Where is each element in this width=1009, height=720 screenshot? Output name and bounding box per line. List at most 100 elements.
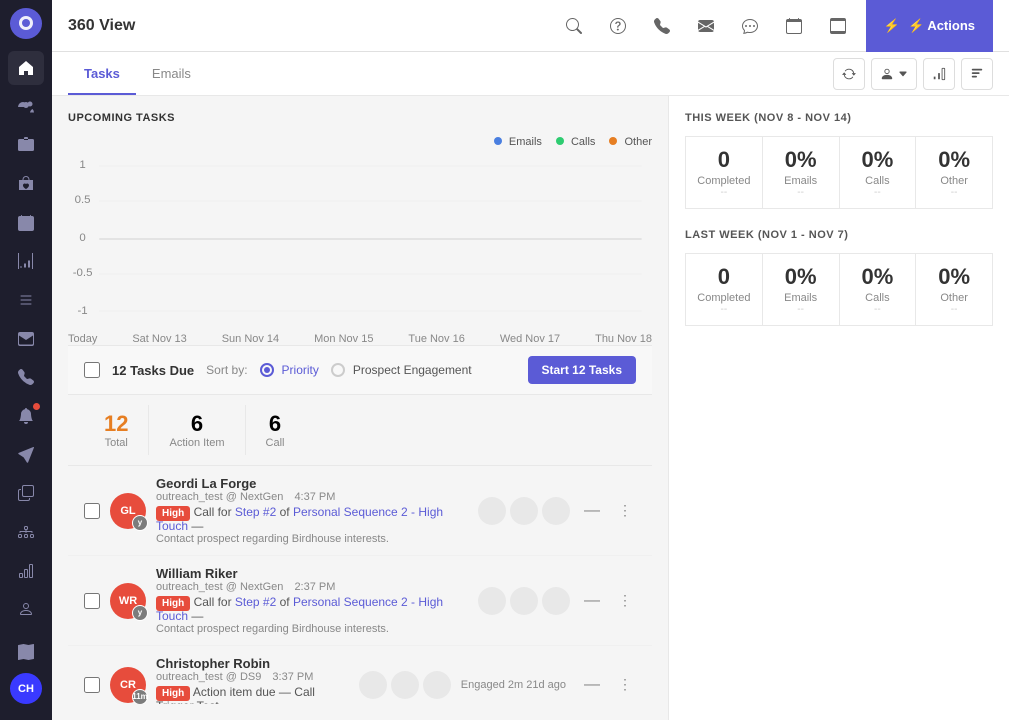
- action-btn-1[interactable]: [359, 671, 387, 699]
- help-icon[interactable]: [602, 10, 634, 42]
- task-dash-button[interactable]: —: [580, 500, 604, 522]
- step-link[interactable]: Step #2: [235, 505, 276, 519]
- action-btn-2[interactable]: [391, 671, 419, 699]
- stat-emails-lw: 0% Emails --: [763, 254, 840, 326]
- svg-text:0.5: 0.5: [75, 194, 91, 206]
- action-btn-3[interactable]: [542, 587, 570, 615]
- stat-emails-tw: 0% Emails --: [763, 137, 840, 209]
- engagement-radio[interactable]: [331, 363, 345, 377]
- sort-priority[interactable]: Priority: [260, 363, 319, 377]
- search-icon[interactable]: [558, 10, 590, 42]
- priority-radio[interactable]: [260, 363, 274, 377]
- task-checkbox[interactable]: [84, 503, 100, 519]
- step-link[interactable]: Step #2: [235, 595, 276, 609]
- svg-text:0: 0: [79, 232, 85, 244]
- sort-engagement[interactable]: Prospect Engagement: [331, 363, 472, 377]
- task-row: WR y William Riker outreach_test @ NextG…: [68, 556, 652, 646]
- last-week-section: LAST WEEK (NOV 1 - NOV 7) 0 Completed --…: [685, 229, 993, 326]
- sidebar-item-contacts[interactable]: [8, 89, 44, 124]
- calls-dot: [556, 137, 564, 145]
- task-content: William Riker outreach_test @ NextGen 2:…: [156, 566, 468, 635]
- sidebar-item-calendar[interactable]: [8, 205, 44, 240]
- action-btn-2[interactable]: [510, 497, 538, 525]
- task-content: Geordi La Forge outreach_test @ NextGen …: [156, 476, 468, 545]
- lightning-icon: ⚡: [884, 18, 900, 34]
- topbar: 360 View ⚡ ⚡ Actions: [52, 0, 1009, 52]
- lines-icon[interactable]: [822, 10, 854, 42]
- sidebar-item-analytics[interactable]: [8, 244, 44, 279]
- sidebar-item-dollar[interactable]: [8, 167, 44, 202]
- action-btn-2[interactable]: [510, 587, 538, 615]
- stat-other-lw: 0% Other --: [916, 254, 993, 326]
- summary-action-item: 6 Action Item: [149, 405, 245, 455]
- task-avatar: GL y: [110, 493, 146, 529]
- task-actions: [478, 587, 570, 615]
- sidebar-item-inbox[interactable]: [8, 321, 44, 356]
- page-title: 360 View: [68, 17, 546, 35]
- task-avatar: CR 11m: [110, 667, 146, 703]
- summary-call: 6 Call: [246, 405, 305, 455]
- start-tasks-button[interactable]: Start 12 Tasks: [528, 356, 637, 384]
- upcoming-tasks-title: UPCOMING TASKS: [68, 112, 652, 124]
- this-week-section: THIS WEEK (NOV 8 - NOV 14) 0 Completed -…: [685, 112, 993, 209]
- task-actions: [478, 497, 570, 525]
- calendar-icon[interactable]: [778, 10, 810, 42]
- tab-emails[interactable]: Emails: [136, 54, 207, 95]
- sidebar-item-map[interactable]: [8, 635, 44, 670]
- select-all-checkbox[interactable]: [84, 362, 100, 378]
- other-dot: [609, 137, 617, 145]
- task-more-button[interactable]: ⋮: [614, 590, 636, 611]
- stat-calls-lw: 0% Calls --: [840, 254, 917, 326]
- sort-view-button[interactable]: [961, 58, 993, 90]
- task-checkbox[interactable]: [84, 593, 100, 609]
- sidebar-item-briefcase[interactable]: [8, 128, 44, 163]
- legend-other: Other: [609, 136, 652, 148]
- person-filter-button[interactable]: [871, 58, 917, 90]
- inner-content: UPCOMING TASKS Emails Calls Other: [52, 96, 1009, 720]
- sidebar-item-user[interactable]: [8, 592, 44, 627]
- sidebar-item-reports[interactable]: [8, 553, 44, 588]
- task-content: Christopher Robin outreach_test @ DS9 3:…: [156, 656, 349, 704]
- stat-other-tw: 0% Other --: [916, 137, 993, 209]
- task-list: GL y Geordi La Forge outreach_test @ Nex…: [68, 466, 652, 704]
- main-content: 360 View ⚡ ⚡ Actions Tasks: [52, 0, 1009, 720]
- task-checkbox[interactable]: [84, 677, 100, 693]
- task-more-button[interactable]: ⋮: [614, 500, 636, 521]
- sidebar-item-integrations[interactable]: [8, 515, 44, 550]
- stat-calls-tw: 0% Calls --: [840, 137, 917, 209]
- task-actions: [359, 671, 451, 699]
- chat-icon[interactable]: [734, 10, 766, 42]
- actions-button[interactable]: ⚡ ⚡ Actions: [866, 0, 993, 52]
- sidebar-item-copy[interactable]: [8, 476, 44, 511]
- tab-tasks[interactable]: Tasks: [68, 54, 136, 95]
- action-btn-3[interactable]: [423, 671, 451, 699]
- sidebar-item-send[interactable]: [8, 437, 44, 472]
- sidebar-item-home[interactable]: [8, 51, 44, 86]
- action-btn-1[interactable]: [478, 587, 506, 615]
- task-dash-button[interactable]: —: [580, 590, 604, 612]
- sidebar-item-notifications[interactable]: [8, 399, 44, 434]
- task-chart: 1 0.5 0 -0.5 -1: [68, 156, 652, 326]
- summary-total: 12 Total: [84, 405, 149, 455]
- action-btn-3[interactable]: [542, 497, 570, 525]
- chart-legend: Emails Calls Other: [68, 136, 652, 148]
- sidebar-item-lists[interactable]: [8, 283, 44, 318]
- task-dash-button[interactable]: —: [580, 674, 604, 696]
- chart-area: 1 0.5 0 -0.5 -1 Today Sat Nov 13: [68, 156, 652, 345]
- sidebar: CH: [0, 0, 52, 720]
- legend-calls: Calls: [556, 136, 596, 148]
- task-more-button[interactable]: ⋮: [614, 674, 636, 695]
- app-logo[interactable]: [10, 8, 42, 39]
- email-icon[interactable]: [690, 10, 722, 42]
- user-avatar[interactable]: CH: [10, 673, 42, 704]
- action-btn-1[interactable]: [478, 497, 506, 525]
- tabs-bar: Tasks Emails: [52, 52, 1009, 96]
- stat-completed-tw: 0 Completed --: [686, 137, 763, 209]
- this-week-stats: 0 Completed -- 0% Emails -- 0% Calls --: [685, 136, 993, 209]
- chart-view-button[interactable]: [923, 58, 955, 90]
- sidebar-item-phone[interactable]: [8, 360, 44, 395]
- chart-x-labels: Today Sat Nov 13 Sun Nov 14 Mon Nov 15 T…: [68, 333, 652, 345]
- phone-icon[interactable]: [646, 10, 678, 42]
- refresh-button[interactable]: [833, 58, 865, 90]
- svg-text:1: 1: [79, 159, 85, 171]
